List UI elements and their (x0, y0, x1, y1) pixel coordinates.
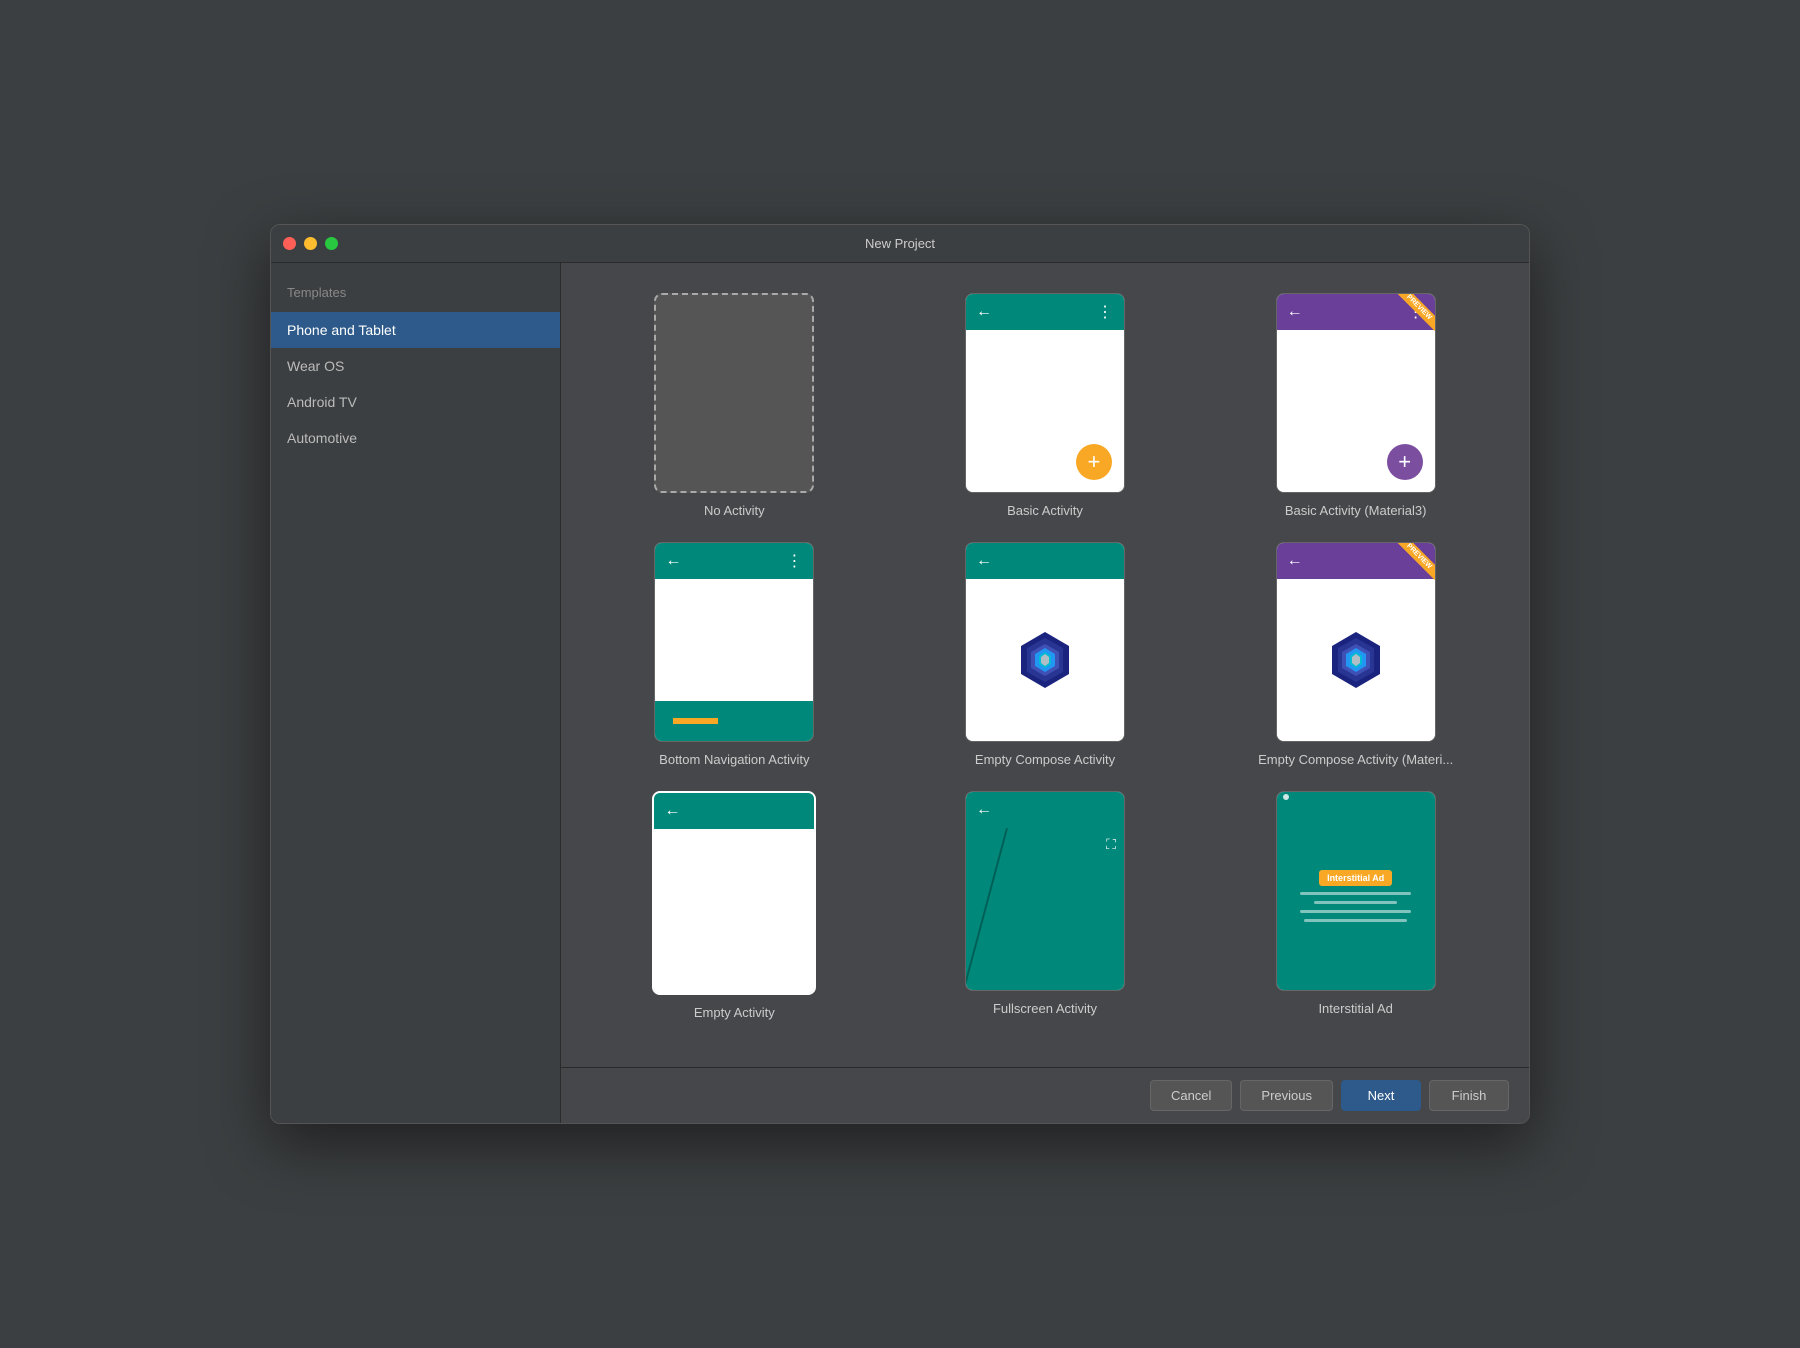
template-basic-activity[interactable]: ← ⋮ + Basic Activity (902, 293, 1189, 518)
ad-line-3 (1300, 910, 1410, 913)
template-label-basic-material3: Basic Activity (Material3) (1285, 503, 1427, 518)
template-preview-empty-compose: ← (965, 542, 1125, 742)
template-no-activity[interactable]: No Activity (591, 293, 878, 518)
compose-hex-icon (1013, 628, 1077, 692)
minimize-button[interactable] (304, 237, 317, 250)
template-fullscreen[interactable]: ← ⛶ Fullscreen Activity (902, 791, 1189, 1020)
main-layout: Templates Phone and Tablet Wear OS Andro… (271, 263, 1529, 1123)
bottom-button-bar: Cancel Previous Next Finish (561, 1067, 1529, 1123)
template-bottom-nav[interactable]: ← ⋮ Bottom Navigation Activity (591, 542, 878, 767)
sidebar-item-wear-os[interactable]: Wear OS (271, 348, 560, 384)
template-label-bottom-nav: Bottom Navigation Activity (659, 752, 809, 767)
template-preview-basic-material3: ← ⋮ + PREVIEW (1276, 293, 1436, 493)
next-button[interactable]: Next (1341, 1080, 1421, 1111)
ad-top-bar (1277, 792, 1435, 802)
template-empty-activity[interactable]: ← Empty Activity (591, 791, 878, 1020)
back-arrow-icon: ← (976, 801, 992, 819)
template-preview-wrapper-empty: ← (652, 791, 816, 995)
template-preview-empty-activity: ← (654, 793, 814, 993)
template-label-no-activity: No Activity (704, 503, 765, 518)
cancel-button[interactable]: Cancel (1150, 1080, 1232, 1111)
template-interstitial-ad[interactable]: Interstitial Ad Interstitial Ad (1212, 791, 1499, 1020)
ad-dot-top (1283, 794, 1289, 800)
finish-button[interactable]: Finish (1429, 1080, 1509, 1111)
window-title: New Project (865, 236, 935, 251)
empty-activity-bar: ← (654, 793, 814, 829)
template-empty-compose-m3[interactable]: ← (1212, 542, 1499, 767)
fab-button: + (1076, 444, 1112, 480)
template-label-basic-activity: Basic Activity (1007, 503, 1083, 518)
bottom-nav-body (655, 579, 813, 701)
title-bar: New Project (271, 225, 1529, 263)
previous-button[interactable]: Previous (1240, 1080, 1333, 1111)
bottom-nav-bar: ← ⋮ (655, 543, 813, 579)
compose-m3-hex-icon (1324, 628, 1388, 692)
back-arrow-icon: ← (1287, 303, 1303, 321)
fullscreen-bar: ← (966, 792, 1124, 828)
nav-indicator (673, 718, 718, 724)
diagonal-line (966, 828, 1008, 990)
sidebar-item-phone-tablet[interactable]: Phone and Tablet (271, 312, 560, 348)
basic-activity-bar: ← ⋮ (966, 294, 1124, 330)
template-label-fullscreen: Fullscreen Activity (993, 1001, 1097, 1016)
window-controls (283, 237, 338, 250)
maximize-button[interactable] (325, 237, 338, 250)
basic-activity-body: + (966, 330, 1124, 492)
template-empty-compose[interactable]: ← (902, 542, 1189, 767)
template-preview-no-activity (654, 293, 814, 493)
sidebar-item-android-tv[interactable]: Android TV (271, 384, 560, 420)
template-preview-fullscreen: ← ⛶ (965, 791, 1125, 991)
template-preview-bottom-nav: ← ⋮ (654, 542, 814, 742)
sidebar-item-automotive[interactable]: Automotive (271, 420, 560, 456)
fullscreen-body: ⛶ (966, 828, 1124, 990)
template-preview-interstitial-ad: Interstitial Ad (1276, 791, 1436, 991)
preview-ribbon: PREVIEW (1380, 294, 1435, 349)
template-label-empty-compose-m3: Empty Compose Activity (Materi... (1258, 752, 1453, 767)
compose-body (966, 579, 1124, 741)
ad-line-2 (1314, 901, 1397, 904)
main-content: No Activity ← ⋮ + (561, 263, 1529, 1123)
basic-m3-body: + (1277, 330, 1435, 492)
fab-button: + (1387, 444, 1423, 480)
template-basic-material3[interactable]: ← ⋮ + PREVIEW Basic Activity (Material3) (1212, 293, 1499, 518)
templates-grid: No Activity ← ⋮ + (561, 263, 1529, 1067)
ad-body: Interstitial Ad (1277, 802, 1435, 990)
template-preview-basic-activity: ← ⋮ + (965, 293, 1125, 493)
bottom-nav-bar-widget (655, 701, 813, 741)
ad-line-1 (1300, 892, 1410, 895)
sidebar: Templates Phone and Tablet Wear OS Andro… (271, 263, 561, 1123)
ad-line-4 (1304, 919, 1408, 922)
preview-ribbon-m3: PREVIEW (1380, 543, 1435, 598)
new-project-window: New Project Templates Phone and Tablet W… (270, 224, 1530, 1124)
close-button[interactable] (283, 237, 296, 250)
back-arrow-icon: ← (664, 802, 680, 820)
menu-dots-icon: ⋮ (1097, 302, 1114, 322)
template-label-empty-activity: Empty Activity (694, 1005, 775, 1020)
ad-badge: Interstitial Ad (1319, 870, 1392, 886)
menu-dots-icon: ⋮ (786, 551, 803, 571)
template-label-empty-compose: Empty Compose Activity (975, 752, 1115, 767)
template-preview-empty-compose-m3: ← (1276, 542, 1436, 742)
back-arrow-icon: ← (665, 552, 681, 570)
fullscreen-icon: ⛶ (1106, 836, 1116, 853)
back-arrow-icon: ← (1287, 552, 1303, 570)
compose-bar: ← (966, 543, 1124, 579)
empty-activity-body (654, 829, 814, 993)
back-arrow-icon: ← (976, 303, 992, 321)
compose-m3-body (1277, 579, 1435, 741)
template-label-interstitial-ad: Interstitial Ad (1318, 1001, 1392, 1016)
sidebar-heading: Templates (271, 279, 560, 312)
back-arrow-icon: ← (976, 552, 992, 570)
